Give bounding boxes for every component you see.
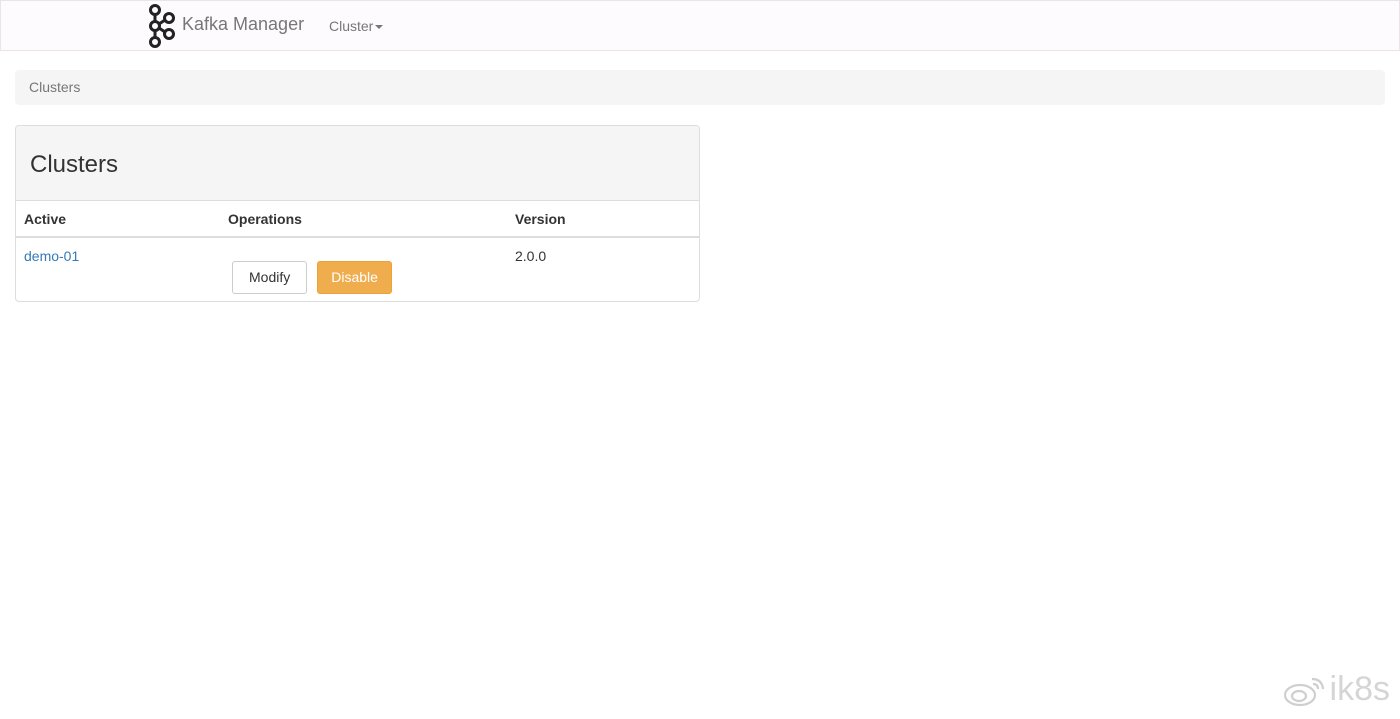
table-row: demo-01 Modify Disable 2.0.0: [16, 237, 699, 301]
cluster-link-demo-01[interactable]: demo-01: [24, 248, 79, 264]
column-header-active: Active: [16, 201, 220, 238]
cell-version: 2.0.0: [515, 248, 547, 264]
panel-title: Clusters: [30, 151, 119, 178]
brand-link[interactable]: Kafka Manager: [147, 3, 304, 49]
cell-active: demo-01: [16, 237, 220, 301]
caret-down-icon: [375, 25, 384, 29]
brand-title: Kafka Manager: [182, 14, 305, 34]
weibo-icon: [1283, 677, 1324, 706]
column-header-operations: Operations: [220, 201, 507, 238]
watermark-text: ik8s: [1329, 670, 1390, 708]
top-navbar: Kafka Manager Cluster: [0, 0, 1400, 51]
kafka-logo-icon: [149, 4, 175, 48]
cluster-dropdown[interactable]: Cluster: [329, 18, 384, 34]
modify-button[interactable]: Modify: [232, 261, 308, 294]
clusters-table: Active Operations Version demo-01 Modify…: [16, 201, 699, 301]
panel-heading: Clusters: [16, 126, 699, 201]
breadcrumb: Clusters: [15, 70, 1385, 105]
disable-button[interactable]: Disable: [317, 261, 392, 294]
column-header-version: Version: [507, 201, 699, 238]
cell-operations: Modify Disable: [220, 237, 507, 301]
watermark: ik8s: [1282, 670, 1390, 709]
cluster-dropdown-label: Cluster: [329, 18, 374, 34]
table-header-row: Active Operations Version: [16, 201, 699, 238]
clusters-panel: Clusters Active Operations Version demo-…: [15, 125, 700, 302]
breadcrumb-item-clusters: Clusters: [29, 79, 81, 95]
